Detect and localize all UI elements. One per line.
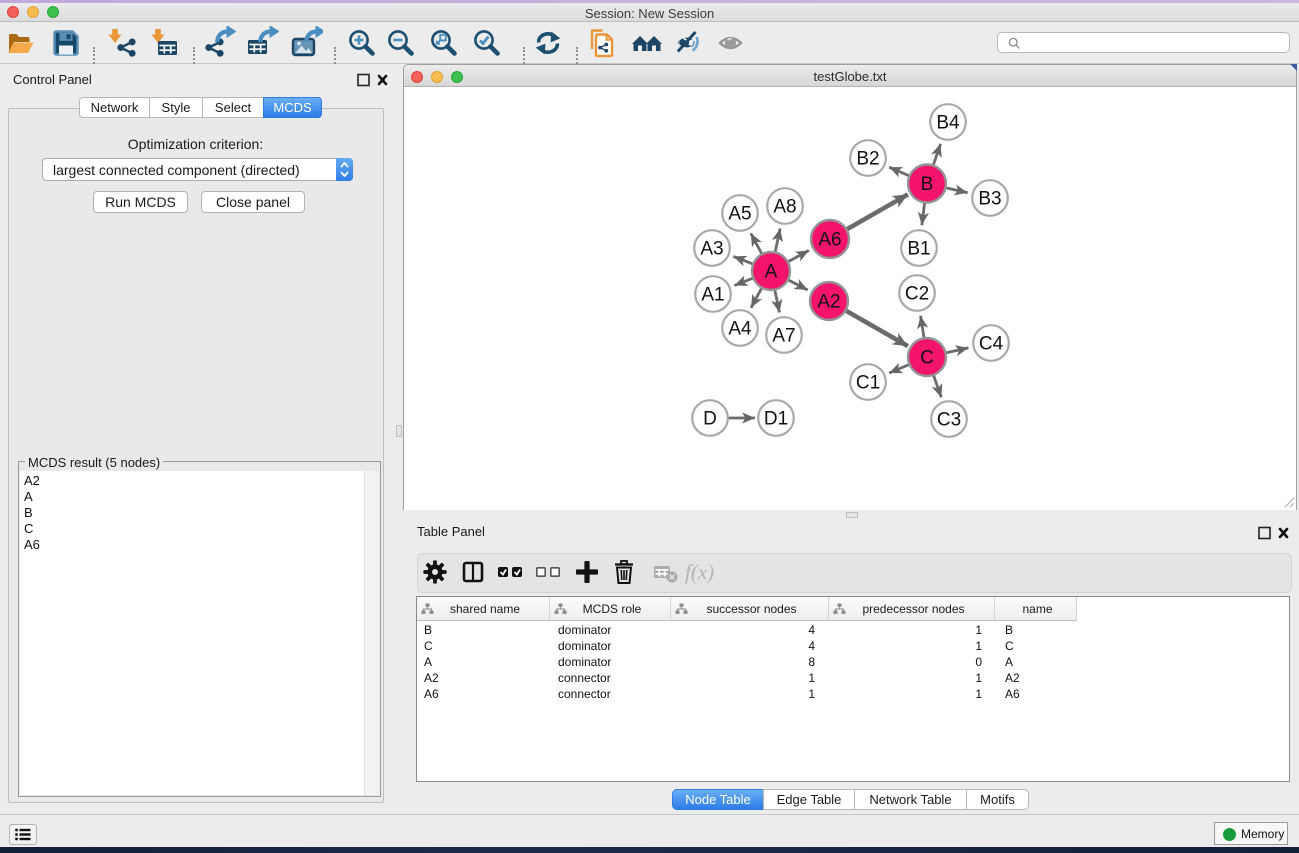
svg-text:C2: C2 <box>905 284 929 305</box>
svg-text:A3: A3 <box>700 239 723 260</box>
svg-text:B1: B1 <box>907 239 930 260</box>
svg-text:D1: D1 <box>764 409 788 430</box>
svg-text:B3: B3 <box>978 189 1001 210</box>
svg-text:A: A <box>765 262 778 283</box>
svg-text:A7: A7 <box>772 326 795 347</box>
svg-text:A5: A5 <box>728 204 751 225</box>
svg-text:A1: A1 <box>701 285 724 306</box>
svg-text:D: D <box>703 409 717 430</box>
svg-text:C4: C4 <box>979 334 1004 355</box>
svg-text:C: C <box>920 348 934 369</box>
svg-text:B4: B4 <box>936 113 960 134</box>
svg-text:A6: A6 <box>818 230 841 251</box>
svg-text:A4: A4 <box>728 319 752 340</box>
svg-text:C3: C3 <box>937 410 961 431</box>
svg-text:B: B <box>921 174 934 195</box>
svg-text:A2: A2 <box>817 292 840 313</box>
svg-text:A8: A8 <box>773 197 796 218</box>
svg-text:B2: B2 <box>856 149 879 170</box>
svg-text:C1: C1 <box>856 373 880 394</box>
